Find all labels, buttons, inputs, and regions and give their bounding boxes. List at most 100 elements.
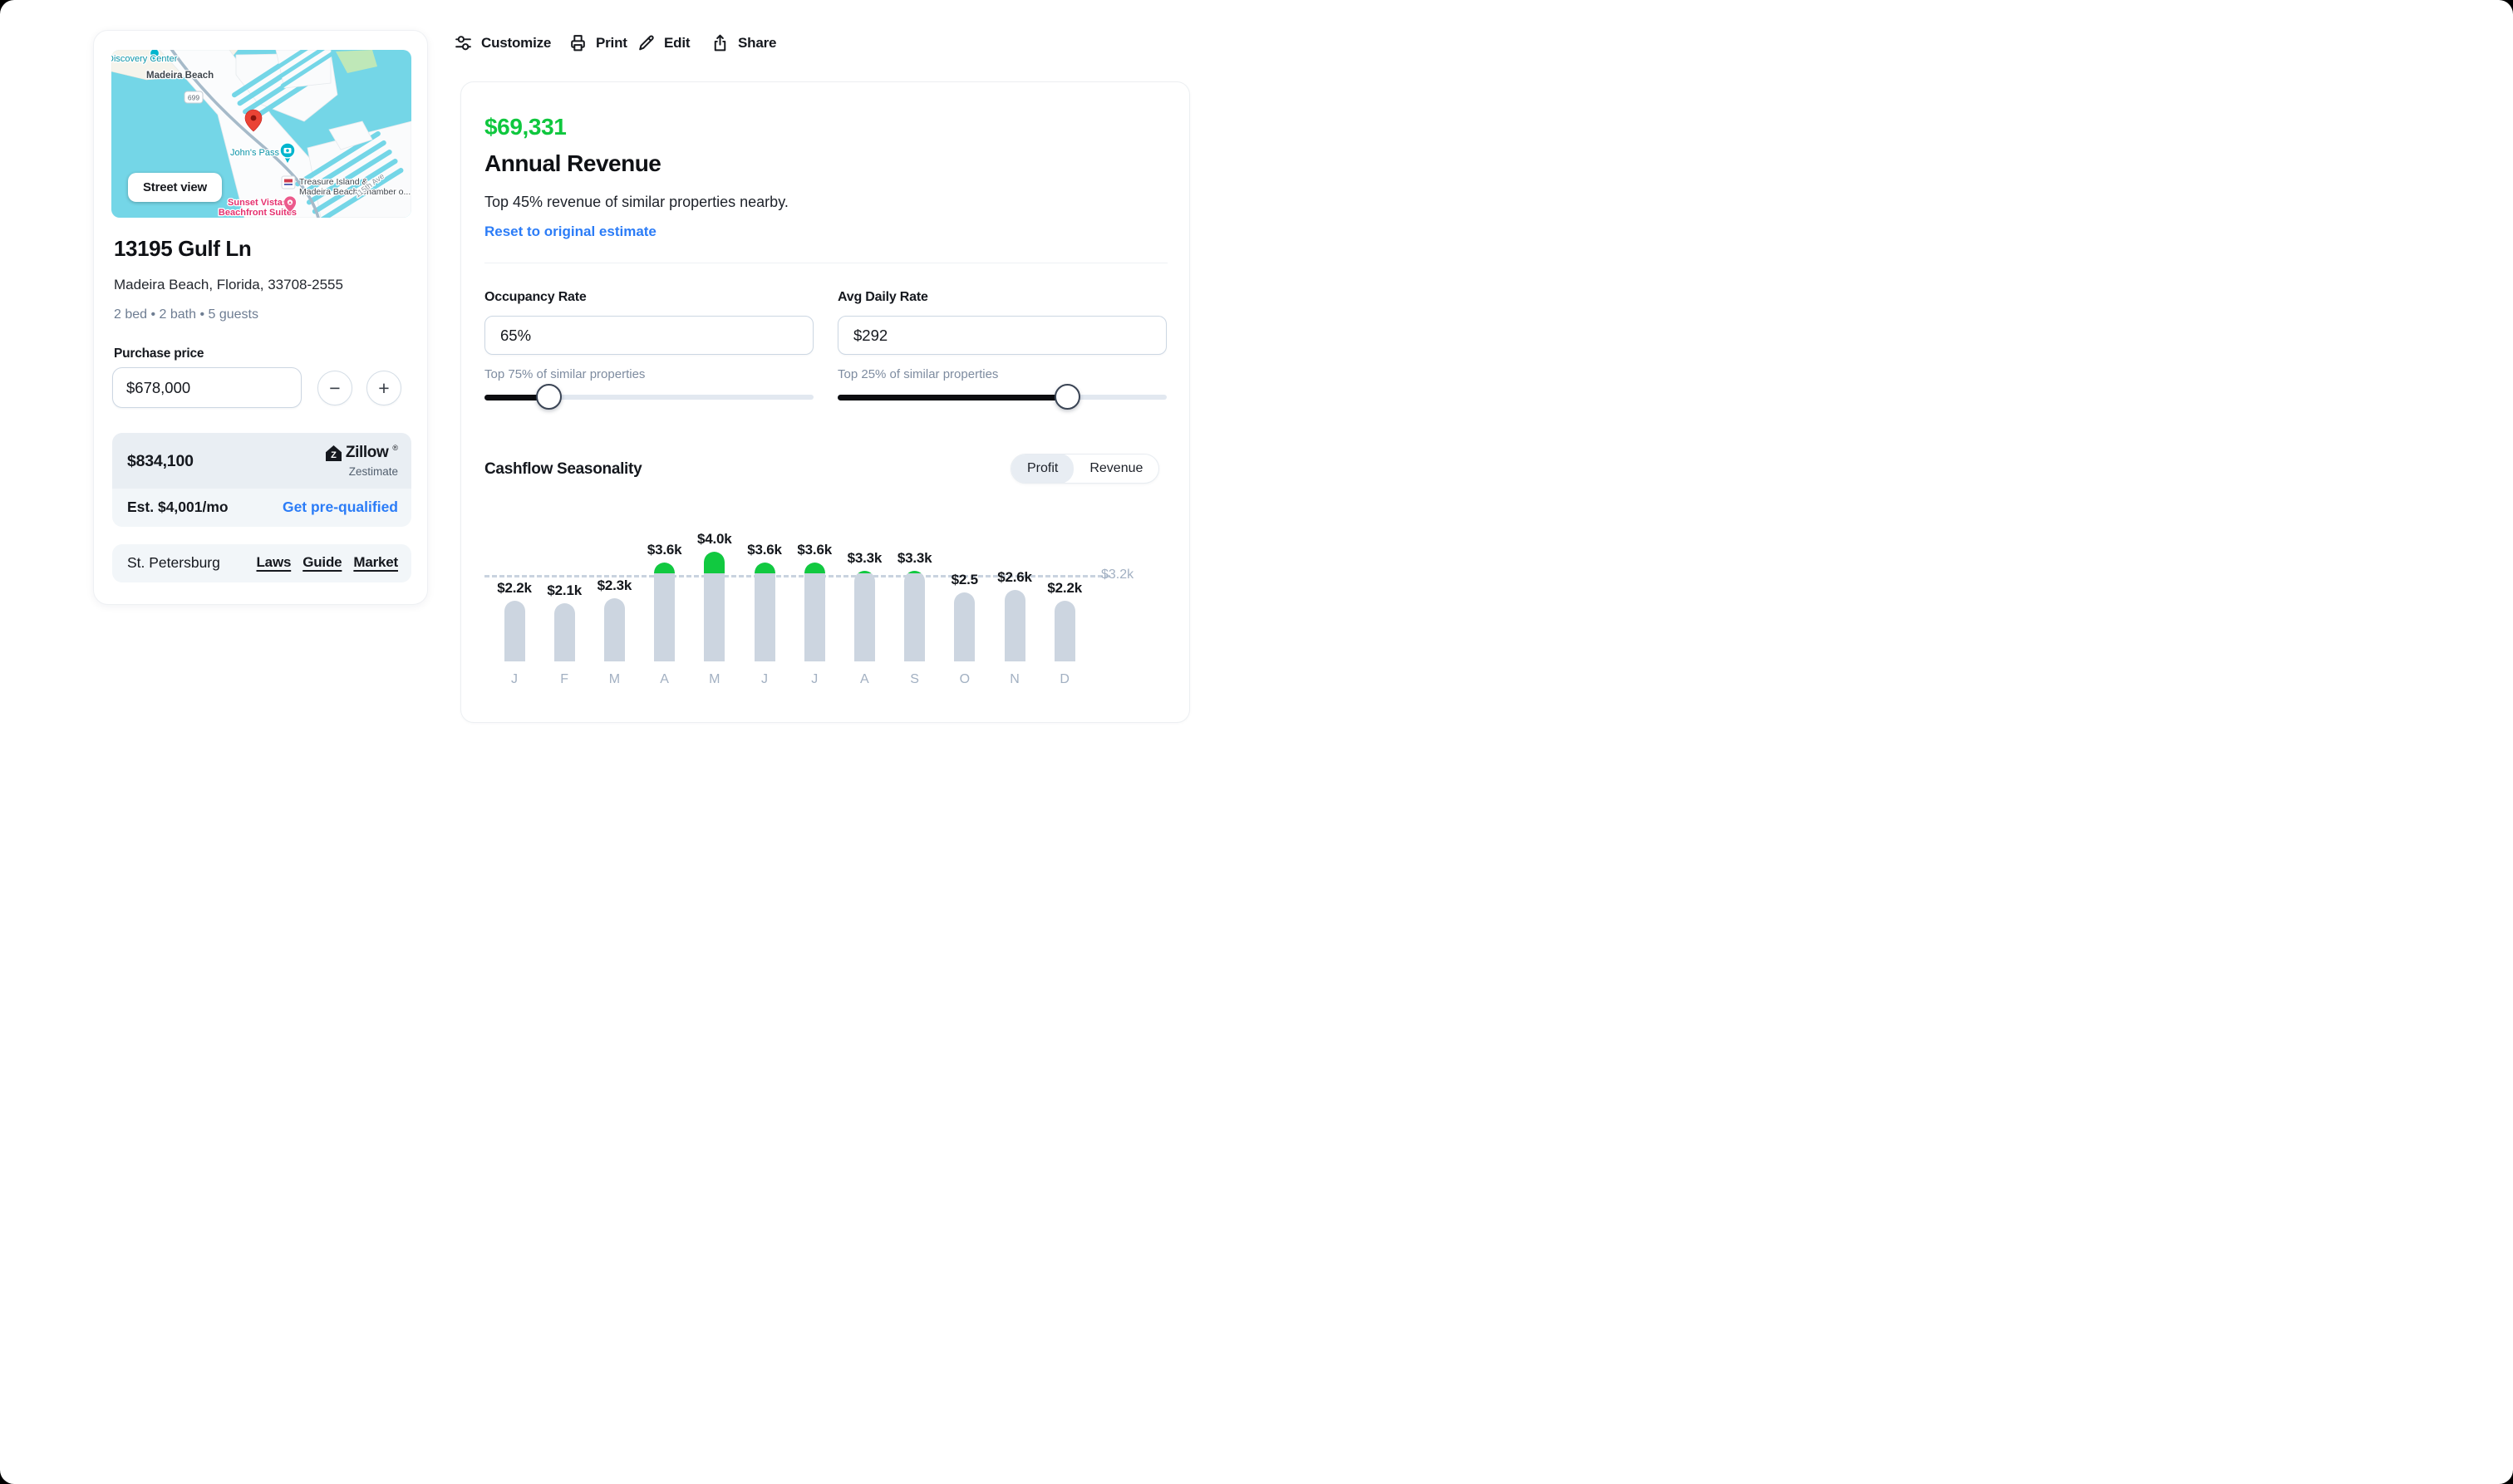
- chart-month-label: N: [1010, 672, 1020, 686]
- route-699-shield: 699: [184, 91, 204, 104]
- share-label: Share: [738, 34, 777, 51]
- daily-rate-slider[interactable]: [838, 384, 1167, 410]
- chart-month-label: M: [709, 672, 720, 686]
- edit-button[interactable]: Edit: [637, 33, 691, 52]
- chart-bar: [853, 570, 875, 661]
- zestimate-value: $834,100: [127, 452, 194, 470]
- threshold-label: $3.2k: [1101, 568, 1134, 582]
- chart-month-label: A: [860, 672, 869, 686]
- revenue-subtitle: Top 45% revenue of similar properties ne…: [484, 194, 789, 210]
- svg-text:699: 699: [188, 94, 199, 102]
- chart-bar: [754, 562, 775, 661]
- chart-month-label: D: [1060, 672, 1070, 686]
- chart-month-label: M: [608, 672, 621, 686]
- chart-value-label: $3.6k: [747, 541, 782, 558]
- cashflow-seasonality-title: Cashflow Seasonality: [484, 460, 642, 478]
- avg-daily-rate-input[interactable]: [838, 316, 1167, 355]
- property-card: 699 Discovery Center Madeira Beach John'…: [93, 30, 428, 605]
- chart-month-label: J: [811, 672, 819, 686]
- chart-value-label: $2.2k: [1047, 580, 1082, 597]
- chart-month-label: A: [660, 672, 669, 686]
- chart-month-label: S: [910, 672, 919, 686]
- decrease-price-button[interactable]: −: [317, 371, 352, 405]
- registered-mark: ®: [392, 444, 398, 452]
- chart-bar: [904, 570, 926, 661]
- laws-link[interactable]: Laws: [257, 554, 292, 571]
- zillow-house-icon: Z: [325, 445, 342, 461]
- guide-link[interactable]: Guide: [302, 554, 342, 571]
- occupancy-slider-thumb[interactable]: [535, 384, 562, 410]
- chart-value-label: $3.6k: [797, 541, 832, 558]
- sunset-vistas-label-1: Sunset Vistas: [228, 198, 288, 208]
- share-button[interactable]: Share: [711, 33, 776, 52]
- app-window: 699 Discovery Center Madeira Beach John'…: [0, 0, 2513, 1484]
- chart-bar-above-threshold: [804, 562, 825, 573]
- chart-month-label: J: [511, 672, 518, 686]
- chart-bar: [1004, 589, 1025, 661]
- chart-value-label: $2.5: [951, 572, 978, 588]
- chart-bar-above-threshold: [904, 570, 926, 573]
- chart-month-label: F: [560, 672, 569, 686]
- avg-daily-rate-label: Avg Daily Rate: [838, 290, 928, 304]
- print-label: Print: [596, 34, 627, 51]
- chart-bar-above-threshold: [853, 570, 875, 573]
- chart-bar: [654, 562, 676, 661]
- purchase-price-input[interactable]: [112, 367, 302, 408]
- property-map[interactable]: 699 Discovery Center Madeira Beach John'…: [111, 50, 411, 218]
- share-icon: [714, 34, 726, 52]
- reset-estimate-link[interactable]: Reset to original estimate: [484, 224, 657, 240]
- printer-icon: [571, 35, 585, 52]
- property-location: Madeira Beach, Florida, 33708-2555: [114, 277, 343, 292]
- chart-bar-above-threshold: [704, 551, 725, 573]
- chart-bar: [954, 592, 976, 661]
- market-link[interactable]: Market: [353, 554, 398, 571]
- chart-value-label: $3.3k: [847, 549, 883, 566]
- chart-bar: [804, 562, 825, 661]
- property-address: 13195 Gulf Ln: [114, 236, 252, 261]
- threshold-line: [484, 575, 1110, 577]
- sunset-vistas-label-2: Beachfront Suites: [219, 208, 297, 218]
- profit-revenue-toggle: Profit Revenue: [1011, 454, 1160, 484]
- customize-label: Customize: [481, 34, 552, 51]
- increase-price-button[interactable]: +: [366, 371, 401, 405]
- property-specs: 2 bed • 2 bath • 5 guests: [114, 307, 258, 322]
- customize-button[interactable]: Customize: [454, 33, 551, 52]
- chart-bar: [504, 601, 525, 661]
- chart-bar: [704, 551, 725, 661]
- occupancy-rate-input[interactable]: [484, 316, 814, 355]
- occupancy-hint: Top 75% of similar properties: [484, 367, 646, 381]
- chart-bar: [553, 603, 575, 661]
- chart-value-label: $3.6k: [647, 541, 682, 558]
- chart-value-label: $2.2k: [497, 580, 532, 597]
- annual-revenue-amount: $69,331: [484, 114, 567, 140]
- monthly-estimate: Est. $4,001/mo: [127, 499, 229, 515]
- chart-value-label: $2.1k: [547, 582, 582, 599]
- get-prequalified-link[interactable]: Get pre-qualified: [283, 499, 398, 516]
- annual-revenue-title: Annual Revenue: [484, 150, 661, 176]
- chart-month-label: J: [761, 672, 768, 686]
- chart-value-label: $4.0k: [697, 530, 732, 547]
- zillow-logo: Z Zillow ®: [325, 444, 398, 462]
- occupancy-slider[interactable]: [484, 384, 814, 410]
- chart-value-label: $3.3k: [897, 549, 932, 566]
- print-button[interactable]: Print: [568, 33, 627, 52]
- daily-rate-slider-thumb[interactable]: [1054, 384, 1080, 410]
- market-city-label: St. Petersburg: [127, 554, 220, 571]
- zestimate-caption: Zestimate: [348, 465, 398, 478]
- sliders-icon: [455, 36, 471, 51]
- chart-bar-above-threshold: [654, 562, 676, 573]
- chart-bar: [1054, 601, 1075, 661]
- edit-label: Edit: [664, 34, 691, 51]
- chamber-marker: [281, 175, 296, 189]
- svg-text:Z: Z: [331, 450, 337, 460]
- chart-value-label: $2.6k: [997, 568, 1032, 585]
- zestimate-block: $834,100 Z Zillow ® Zestimate Est. $4,00…: [112, 433, 411, 527]
- occupancy-rate-label: Occupancy Rate: [484, 290, 587, 304]
- revenue-panel: $69,331 Annual Revenue Top 45% revenue o…: [460, 81, 1190, 723]
- toggle-profit[interactable]: Profit: [1011, 455, 1075, 483]
- pencil-icon: [639, 35, 654, 51]
- chamber-label-1: Treasure Island &: [299, 177, 367, 187]
- street-view-button[interactable]: Street view: [128, 173, 223, 202]
- toggle-revenue[interactable]: Revenue: [1074, 455, 1158, 483]
- daily-rate-hint: Top 25% of similar properties: [838, 367, 999, 381]
